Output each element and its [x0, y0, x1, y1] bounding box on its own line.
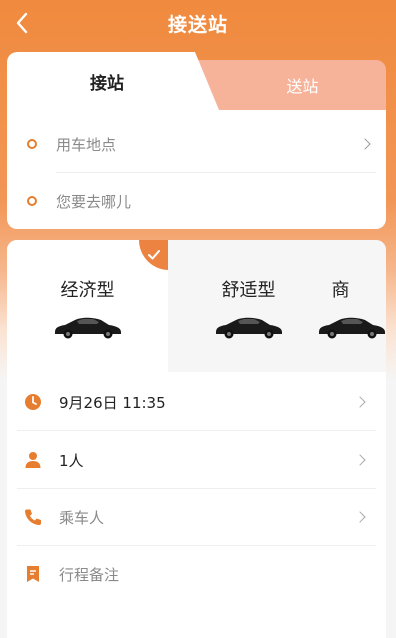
- chevron-right-icon: [354, 454, 366, 466]
- pickup-location-field[interactable]: 用车地点: [7, 116, 386, 172]
- chevron-left-icon: [16, 12, 28, 34]
- rider-placeholder: 乘车人: [59, 508, 105, 527]
- back-button[interactable]: [8, 8, 36, 38]
- trip-notes-field[interactable]: 行程备注: [7, 545, 386, 603]
- car-icon: [215, 317, 282, 339]
- car-type-economy[interactable]: 经济型: [7, 240, 168, 372]
- check-icon: [148, 250, 160, 260]
- car-selection-card: 经济型 舒适型 商 9月26日 11:35 1人 乘车人 行程备注: [7, 240, 386, 638]
- note-icon: [23, 564, 43, 584]
- chevron-right-icon: [354, 396, 366, 408]
- pickup-location-placeholder: 用车地点: [56, 135, 117, 154]
- location-dot-icon: [27, 196, 37, 206]
- header-bar: 接送站: [0, 0, 396, 46]
- departure-time-field[interactable]: 9月26日 11:35: [7, 373, 386, 431]
- car-type-label: 舒适型: [221, 280, 276, 301]
- trip-notes-placeholder: 行程备注: [59, 565, 120, 584]
- tab-dropoff[interactable]: 送站: [219, 60, 386, 110]
- car-type-label: 商: [331, 280, 350, 301]
- location-dot-icon: [27, 139, 37, 149]
- location-panel: 用车地点 您要去哪儿: [7, 110, 386, 229]
- rider-field[interactable]: 乘车人: [7, 488, 386, 546]
- tab-pickup[interactable]: 接站: [7, 52, 219, 110]
- destination-field[interactable]: 您要去哪儿: [7, 173, 386, 229]
- passenger-count-field[interactable]: 1人: [7, 431, 386, 489]
- tab-pickup-label: 接站: [90, 73, 124, 94]
- car-icon: [318, 317, 385, 339]
- page-title: 接送站: [167, 13, 228, 36]
- trip-card: 接站 送站 用车地点 您要去哪儿: [7, 52, 386, 229]
- person-icon: [23, 450, 43, 470]
- phone-icon: [23, 507, 43, 527]
- chevron-right-icon: [354, 511, 366, 523]
- destination-placeholder: 您要去哪儿: [56, 192, 132, 211]
- passenger-count-value: 1人: [59, 451, 84, 470]
- departure-time-value: 9月26日 11:35: [59, 393, 166, 412]
- clock-icon: [23, 392, 43, 412]
- car-type-business[interactable]: 商: [318, 240, 386, 372]
- car-type-comfort[interactable]: 舒适型: [168, 240, 329, 372]
- car-type-label: 经济型: [60, 280, 115, 301]
- chevron-right-icon: [359, 138, 371, 150]
- car-icon: [54, 317, 121, 339]
